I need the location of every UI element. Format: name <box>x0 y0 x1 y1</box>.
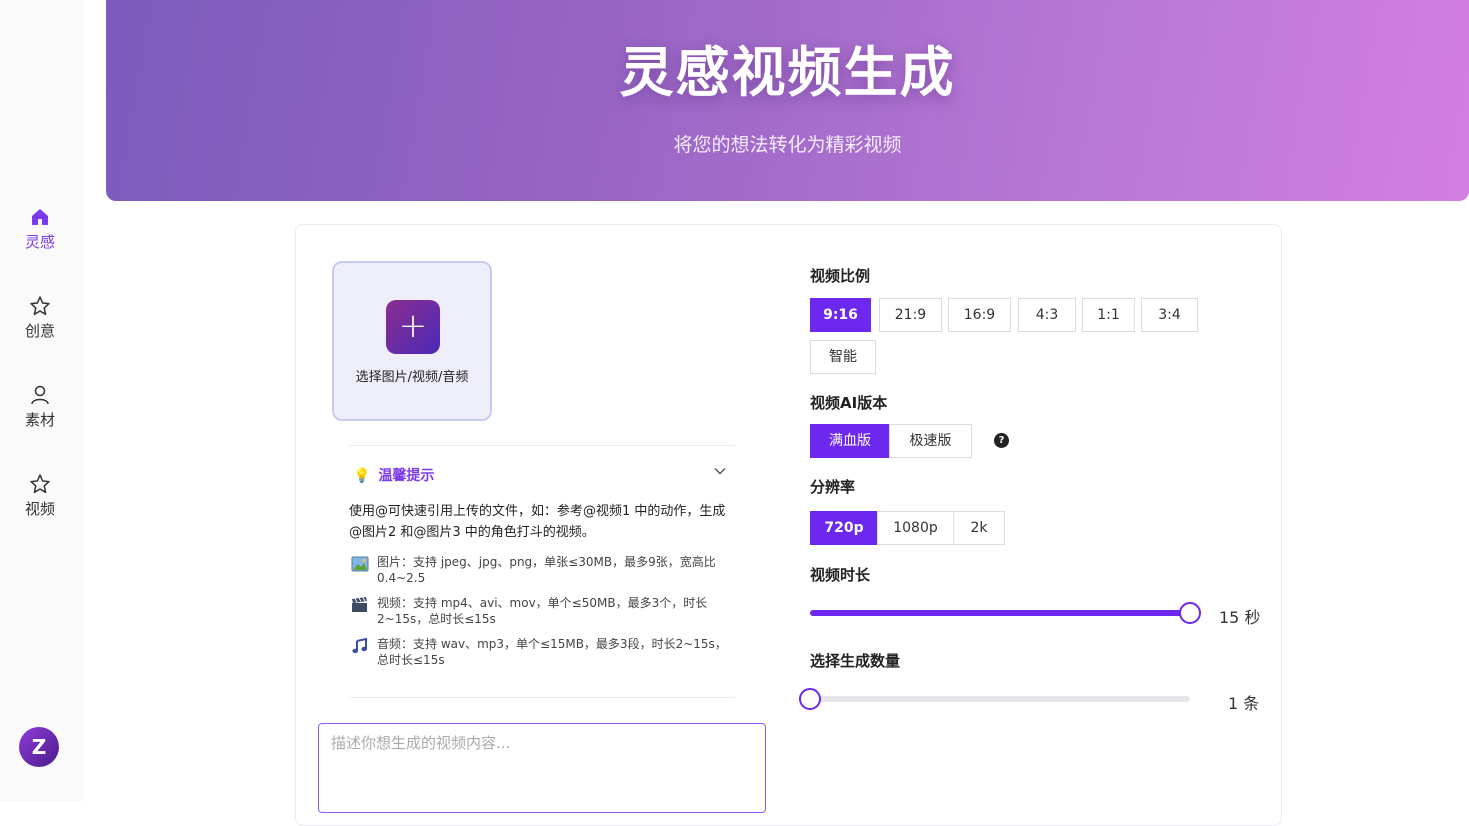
upload-button[interactable]: + 选择图片/视频/音频 <box>332 261 492 421</box>
ratio-option-1-1[interactable]: 1:1 <box>1082 298 1135 332</box>
video-icon <box>352 597 367 612</box>
home-icon <box>32 209 48 225</box>
tips-intro: 使用@可快速引用上传的文件，如：参考@视频1 中的动作，生成@图片2 和@图片3… <box>349 504 726 540</box>
sidebar-item-label: 素材 <box>24 411 55 429</box>
plus-icon: + <box>386 300 440 354</box>
sidebar-item-label: 创意 <box>24 322 55 340</box>
ratio-option-4-3[interactable]: 4:3 <box>1018 298 1076 332</box>
lightbulb-icon: 💡 <box>353 468 371 484</box>
sidebar-item-videos[interactable]: 视频 <box>0 472 80 519</box>
sidebar-item-creative[interactable]: 创意 <box>0 294 80 341</box>
count-value: 1 条 <box>1228 694 1260 713</box>
version-option-full[interactable]: 满血版 <box>810 424 890 458</box>
hero-banner: 灵感视频生成 将您的想法转化为精彩视频 <box>106 0 1469 201</box>
ratio-title: 视频比例 <box>810 267 871 285</box>
resolution-option-720p[interactable]: 720p <box>810 511 878 545</box>
help-icon[interactable]: ? <box>994 433 1009 448</box>
page-subtitle: 将您的想法转化为精彩视频 <box>673 134 902 156</box>
count-slider-thumb[interactable] <box>799 688 821 710</box>
resolution-title: 分辨率 <box>810 478 856 496</box>
tip-text: 音频：支持 wav、mp3，单个≤15MB，最多3段，时长2~15s，总时长≤1… <box>377 637 727 667</box>
resolution-option-1080p[interactable]: 1080p <box>877 511 954 545</box>
version-option-fast[interactable]: 极速版 <box>889 424 972 458</box>
image-icon <box>351 556 369 572</box>
tip-text: 图片：支持 jpeg、jpg、png，单张≤30MB，最多9张，宽高比0.4~2… <box>377 555 716 585</box>
user-icon <box>31 385 49 405</box>
ratio-option-3-4[interactable]: 3:4 <box>1141 298 1198 332</box>
sidebar-item-inspiration[interactable]: 灵感 <box>0 205 80 252</box>
music-icon <box>352 638 367 654</box>
sidebar-item-assets[interactable]: 素材 <box>0 383 80 430</box>
duration-slider-fill <box>810 610 1190 616</box>
duration-slider-thumb[interactable] <box>1179 602 1201 624</box>
sidebar: 灵感 创意 素材 视频 Z <box>0 0 84 801</box>
tip-text: 视频：支持 mp4、avi、mov，单个≤50MB，最多3个，时长2~15s，总… <box>377 596 708 626</box>
tips-header[interactable]: 💡 温馨提示 <box>353 465 434 485</box>
count-title: 选择生成数量 <box>810 652 901 670</box>
upload-label: 选择图片/视频/音频 <box>355 370 469 385</box>
ratio-option-16-9[interactable]: 16:9 <box>948 298 1011 332</box>
chevron-down-icon[interactable] <box>713 464 727 478</box>
duration-title: 视频时长 <box>810 566 871 584</box>
ratio-option-smart[interactable]: 智能 <box>810 340 876 374</box>
sidebar-item-label: 视频 <box>24 500 55 518</box>
version-title: 视频AI版本 <box>810 394 888 412</box>
page-title: 灵感视频生成 <box>619 41 956 104</box>
ratio-option-21-9[interactable]: 21:9 <box>879 298 942 332</box>
sidebar-item-label: 灵感 <box>24 233 55 251</box>
count-slider-track[interactable] <box>810 696 1190 702</box>
tips-panel: 💡 温馨提示 使用@可快速引用上传的文件，如：参考@视频1 中的动作，生成@图片2… <box>349 445 735 698</box>
star-icon <box>30 474 50 494</box>
prompt-input[interactable] <box>318 723 766 813</box>
tips-title: 温馨提示 <box>378 468 435 484</box>
duration-value: 15 秒 <box>1219 608 1261 627</box>
resolution-option-2k[interactable]: 2k <box>953 511 1005 545</box>
avatar[interactable]: Z <box>19 727 59 767</box>
ratio-option-9-16[interactable]: 9:16 <box>810 298 871 332</box>
star-icon <box>30 296 50 316</box>
